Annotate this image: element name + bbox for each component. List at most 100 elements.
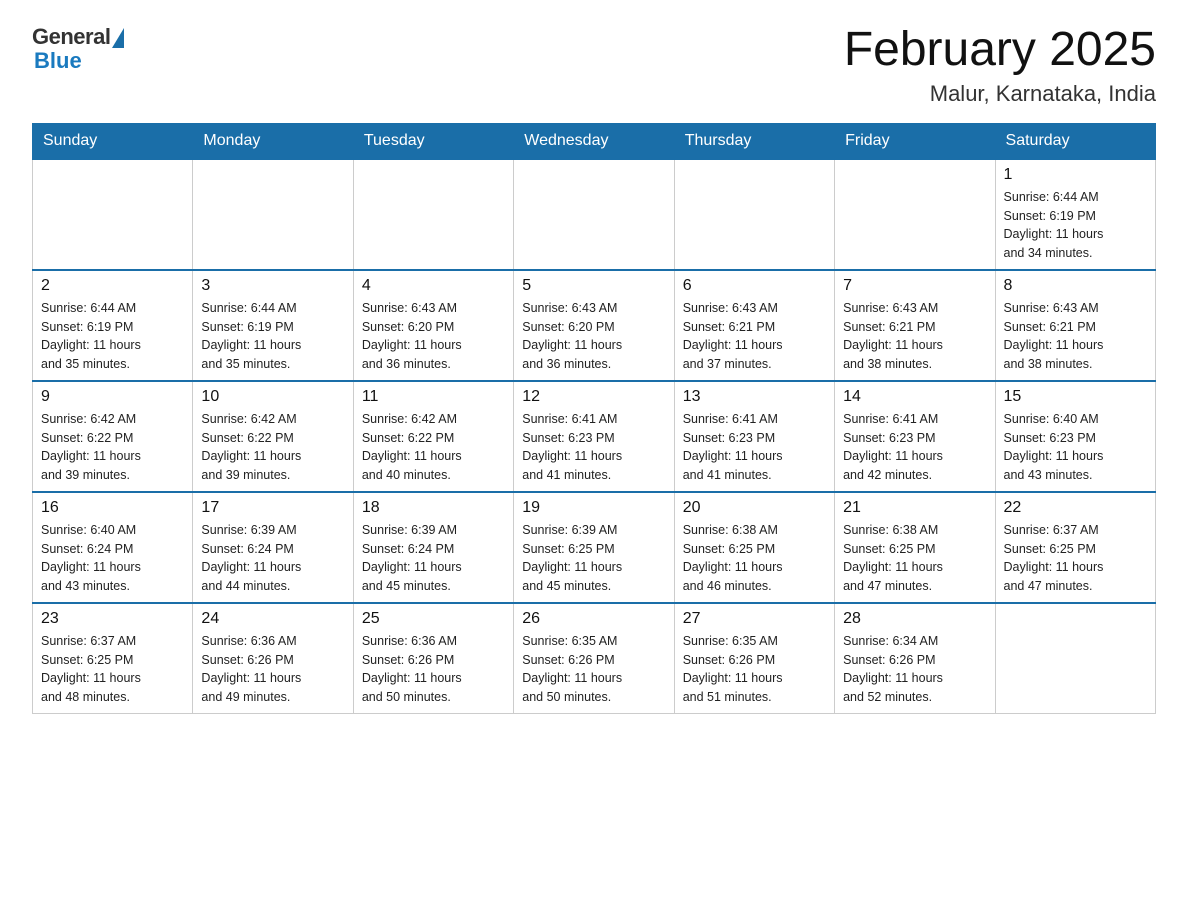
day-info: Sunrise: 6:40 AM Sunset: 6:23 PM Dayligh… xyxy=(1004,410,1147,485)
day-info: Sunrise: 6:39 AM Sunset: 6:24 PM Dayligh… xyxy=(201,521,344,596)
day-info: Sunrise: 6:42 AM Sunset: 6:22 PM Dayligh… xyxy=(201,410,344,485)
calendar-cell: 19Sunrise: 6:39 AM Sunset: 6:25 PM Dayli… xyxy=(514,492,674,603)
day-number: 19 xyxy=(522,499,665,517)
calendar-cell: 3 Sunrise: 6:44 AM Sunset: 6:19 PM Daylig… xyxy=(193,270,353,381)
calendar-cell: 4 Sunrise: 6:43 AM Sunset: 6:20 PM Daylig… xyxy=(353,270,513,381)
day-info: Sunrise: 6:37 AM Sunset: 6:25 PM Dayligh… xyxy=(41,632,184,707)
calendar-cell: 26 Sunrise: 6:35 AM Sunset: 6:26 PM Dayli… xyxy=(514,603,674,714)
day-info: Sunrise: 6:36 AM Sunset: 6:26 PM Dayligh… xyxy=(362,632,505,707)
day-info: Sunrise: 6:36 AM Sunset: 6:26 PM Dayligh… xyxy=(201,632,344,707)
day-info: Sunrise: 6:44 AM Sunset: 6:19 PM Dayligh… xyxy=(41,299,184,374)
calendar-cell: 20Sunrise: 6:38 AM Sunset: 6:25 PM Dayli… xyxy=(674,492,834,603)
day-number: 17 xyxy=(201,499,344,517)
day-info: Sunrise: 6:35 AM Sunset: 6:26 PM Dayligh… xyxy=(522,632,665,707)
day-info: Sunrise: 6:44 AM Sunset: 6:19 PM Dayligh… xyxy=(201,299,344,374)
calendar-cell: 9Sunrise: 6:42 AM Sunset: 6:22 PM Daylig… xyxy=(33,381,193,492)
day-number: 11 xyxy=(362,388,505,406)
day-number: 13 xyxy=(683,388,826,406)
calendar-cell: 12 Sunrise: 6:41 AM Sunset: 6:23 PM Dayli… xyxy=(514,381,674,492)
calendar-cell: 28 Sunrise: 6:34 AM Sunset: 6:26 PM Dayli… xyxy=(835,603,995,714)
weekday-header-row: SundayMondayTuesdayWednesdayThursdayFrid… xyxy=(33,123,1156,159)
calendar-cell: 25 Sunrise: 6:36 AM Sunset: 6:26 PM Dayli… xyxy=(353,603,513,714)
logo-blue-text: Blue xyxy=(32,48,82,74)
weekday-header-sunday: Sunday xyxy=(33,123,193,159)
calendar-week-5: 23 Sunrise: 6:37 AM Sunset: 6:25 PM Dayli… xyxy=(33,603,1156,714)
calendar-subtitle: Malur, Karnataka, India xyxy=(844,81,1156,107)
day-info: Sunrise: 6:43 AM Sunset: 6:21 PM Dayligh… xyxy=(683,299,826,374)
calendar-cell: 8 Sunrise: 6:43 AM Sunset: 6:21 PM Daylig… xyxy=(995,270,1155,381)
day-info: Sunrise: 6:42 AM Sunset: 6:22 PM Dayligh… xyxy=(362,410,505,485)
weekday-header-tuesday: Tuesday xyxy=(353,123,513,159)
calendar-cell: 14 Sunrise: 6:41 AM Sunset: 6:23 PM Dayli… xyxy=(835,381,995,492)
calendar-cell xyxy=(674,159,834,270)
day-number: 26 xyxy=(522,610,665,628)
day-info: Sunrise: 6:38 AM Sunset: 6:25 PM Dayligh… xyxy=(843,521,986,596)
weekday-header-friday: Friday xyxy=(835,123,995,159)
calendar-cell xyxy=(353,159,513,270)
calendar-cell: 18 Sunrise: 6:39 AM Sunset: 6:24 PM Dayli… xyxy=(353,492,513,603)
day-number: 25 xyxy=(362,610,505,628)
calendar-cell: 6Sunrise: 6:43 AM Sunset: 6:21 PM Daylig… xyxy=(674,270,834,381)
day-number: 24 xyxy=(201,610,344,628)
day-number: 23 xyxy=(41,610,184,628)
day-info: Sunrise: 6:41 AM Sunset: 6:23 PM Dayligh… xyxy=(683,410,826,485)
calendar-cell: 15 Sunrise: 6:40 AM Sunset: 6:23 PM Dayli… xyxy=(995,381,1155,492)
day-number: 8 xyxy=(1004,277,1147,295)
calendar-cell: 11 Sunrise: 6:42 AM Sunset: 6:22 PM Dayli… xyxy=(353,381,513,492)
day-number: 27 xyxy=(683,610,826,628)
day-number: 10 xyxy=(201,388,344,406)
day-number: 2 xyxy=(41,277,184,295)
day-number: 12 xyxy=(522,388,665,406)
day-number: 4 xyxy=(362,277,505,295)
day-number: 15 xyxy=(1004,388,1147,406)
day-number: 20 xyxy=(683,499,826,517)
calendar-cell: 5 Sunrise: 6:43 AM Sunset: 6:20 PM Daylig… xyxy=(514,270,674,381)
logo-general-text: General xyxy=(32,24,110,50)
day-number: 18 xyxy=(362,499,505,517)
weekday-header-wednesday: Wednesday xyxy=(514,123,674,159)
day-info: Sunrise: 6:40 AM Sunset: 6:24 PM Dayligh… xyxy=(41,521,184,596)
day-number: 28 xyxy=(843,610,986,628)
day-info: Sunrise: 6:43 AM Sunset: 6:20 PM Dayligh… xyxy=(362,299,505,374)
day-number: 5 xyxy=(522,277,665,295)
calendar-week-4: 16Sunrise: 6:40 AM Sunset: 6:24 PM Dayli… xyxy=(33,492,1156,603)
day-info: Sunrise: 6:41 AM Sunset: 6:23 PM Dayligh… xyxy=(522,410,665,485)
calendar-cell: 10 Sunrise: 6:42 AM Sunset: 6:22 PM Dayli… xyxy=(193,381,353,492)
calendar-cell: 2 Sunrise: 6:44 AM Sunset: 6:19 PM Daylig… xyxy=(33,270,193,381)
day-info: Sunrise: 6:44 AM Sunset: 6:19 PM Dayligh… xyxy=(1004,188,1147,263)
title-section: February 2025 Malur, Karnataka, India xyxy=(844,24,1156,107)
calendar-week-1: 1 Sunrise: 6:44 AM Sunset: 6:19 PM Daylig… xyxy=(33,159,1156,270)
day-info: Sunrise: 6:39 AM Sunset: 6:24 PM Dayligh… xyxy=(362,521,505,596)
day-number: 3 xyxy=(201,277,344,295)
calendar-cell xyxy=(995,603,1155,714)
weekday-header-thursday: Thursday xyxy=(674,123,834,159)
day-info: Sunrise: 6:34 AM Sunset: 6:26 PM Dayligh… xyxy=(843,632,986,707)
logo-triangle-icon xyxy=(112,28,124,48)
calendar-cell: 23 Sunrise: 6:37 AM Sunset: 6:25 PM Dayli… xyxy=(33,603,193,714)
day-number: 22 xyxy=(1004,499,1147,517)
calendar-week-3: 9 Sunrise: 6:42 AM Sunset: 6:22 PM Daylig… xyxy=(33,381,1156,492)
day-info: Sunrise: 6:43 AM Sunset: 6:21 PM Dayligh… xyxy=(1004,299,1147,374)
calendar-cell xyxy=(514,159,674,270)
calendar-week-2: 2 Sunrise: 6:44 AM Sunset: 6:19 PM Daylig… xyxy=(33,270,1156,381)
day-info: Sunrise: 6:43 AM Sunset: 6:21 PM Dayligh… xyxy=(843,299,986,374)
calendar-cell: 17 Sunrise: 6:39 AM Sunset: 6:24 PM Dayli… xyxy=(193,492,353,603)
calendar-cell: 27Sunrise: 6:35 AM Sunset: 6:26 PM Dayli… xyxy=(674,603,834,714)
weekday-header-monday: Monday xyxy=(193,123,353,159)
calendar-cell: 7Sunrise: 6:43 AM Sunset: 6:21 PM Daylig… xyxy=(835,270,995,381)
day-info: Sunrise: 6:37 AM Sunset: 6:25 PM Dayligh… xyxy=(1004,521,1147,596)
calendar-cell: 21 Sunrise: 6:38 AM Sunset: 6:25 PM Dayli… xyxy=(835,492,995,603)
calendar-cell: 24 Sunrise: 6:36 AM Sunset: 6:26 PM Dayli… xyxy=(193,603,353,714)
logo: General Blue xyxy=(32,24,124,74)
day-number: 14 xyxy=(843,388,986,406)
calendar-cell: 16Sunrise: 6:40 AM Sunset: 6:24 PM Dayli… xyxy=(33,492,193,603)
day-info: Sunrise: 6:41 AM Sunset: 6:23 PM Dayligh… xyxy=(843,410,986,485)
calendar-cell: 1 Sunrise: 6:44 AM Sunset: 6:19 PM Daylig… xyxy=(995,159,1155,270)
day-number: 21 xyxy=(843,499,986,517)
day-info: Sunrise: 6:43 AM Sunset: 6:20 PM Dayligh… xyxy=(522,299,665,374)
day-number: 1 xyxy=(1004,166,1147,184)
day-number: 9 xyxy=(41,388,184,406)
calendar-cell: 13 Sunrise: 6:41 AM Sunset: 6:23 PM Dayli… xyxy=(674,381,834,492)
calendar-cell xyxy=(835,159,995,270)
calendar-cell: 22 Sunrise: 6:37 AM Sunset: 6:25 PM Dayli… xyxy=(995,492,1155,603)
